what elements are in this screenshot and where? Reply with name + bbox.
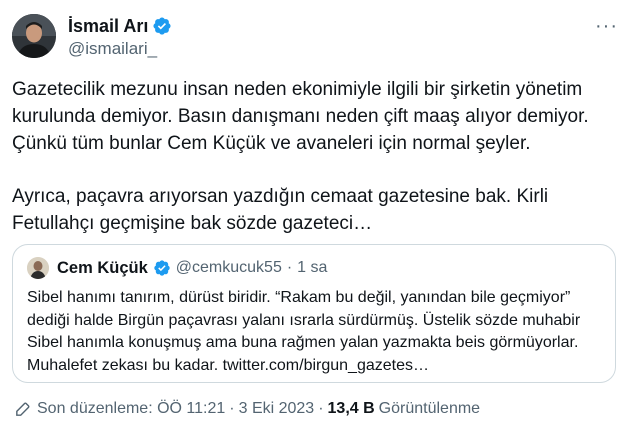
footer-separator: ·: [229, 400, 235, 417]
views-label: Görüntülenme: [378, 400, 481, 417]
edited-timestamp[interactable]: Son düzenleme: ÖÖ 11:21: [37, 399, 225, 419]
author-handle[interactable]: @ismailari_: [68, 38, 172, 60]
tweet-paragraph-1: Gazetecilik mezunu insan neden ekonimiyl…: [12, 79, 589, 154]
author-header: İsmail Arı @ismailari_: [68, 15, 172, 60]
quoted-tweet-header: Cem Küçük @cemkucuk55 · 1 sa: [27, 257, 601, 279]
quoted-author-name: Cem Küçük: [57, 259, 148, 277]
author-avatar[interactable]: [12, 14, 56, 58]
quoted-tweet-text: Sibel hanımı tanırım, dürüst biridir. “R…: [27, 289, 581, 374]
quoted-author-avatar: [27, 257, 49, 279]
meta-separator: ·: [286, 259, 293, 276]
quoted-tweet[interactable]: Cem Küçük @cemkucuk55 · 1 sa Sibel hanım…: [12, 244, 616, 383]
quoted-author-handle: @cemkucuk55: [175, 259, 282, 276]
more-horizontal-icon[interactable]: ···: [595, 16, 618, 36]
footer-separator: ·: [318, 400, 324, 417]
tweet-date[interactable]: 3 Eki 2023: [239, 399, 315, 419]
views-count: 13,4 B: [327, 400, 375, 417]
tweet-text: Gazetecilik mezunu insan neden ekonimiyl…: [12, 76, 628, 237]
quoted-tweet-time: 1 sa: [297, 259, 328, 276]
tweet-footer: Son düzenleme: ÖÖ 11:21 · 3 Eki 2023 · 1…: [14, 399, 480, 419]
author-display-name[interactable]: İsmail Arı: [68, 15, 148, 37]
verified-badge-icon: [153, 259, 171, 277]
tweet-paragraph-2: Ayrıca, paçavra arıyorsan yazdığın cemaa…: [12, 186, 549, 234]
verified-badge-icon[interactable]: [152, 16, 172, 36]
pencil-icon: [14, 401, 31, 418]
